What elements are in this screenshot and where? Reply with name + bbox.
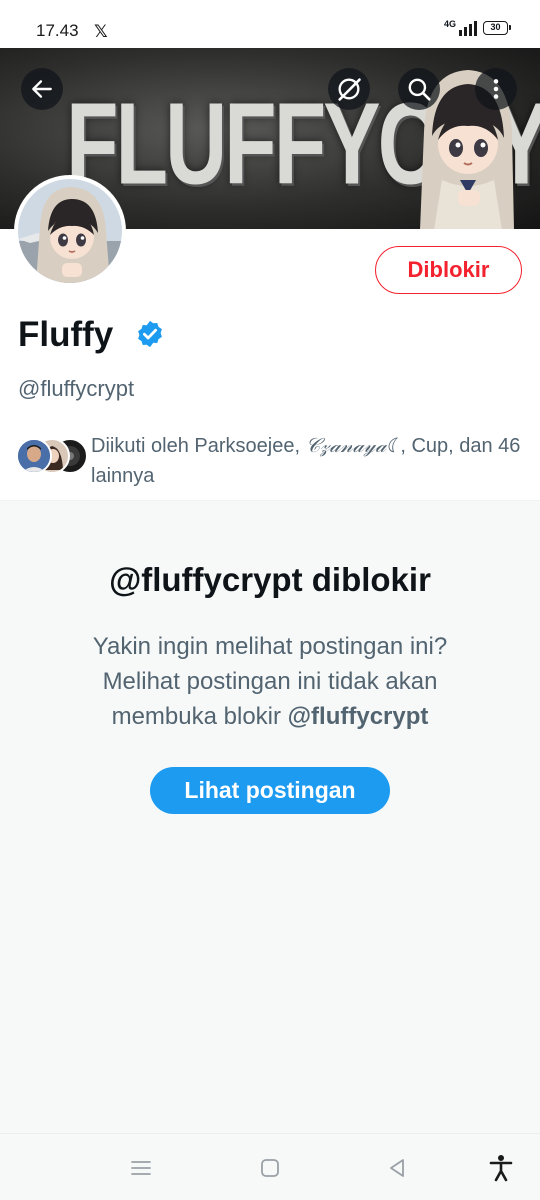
back-button[interactable] xyxy=(21,68,63,110)
follower-avatars xyxy=(16,438,88,476)
battery-level: 30 xyxy=(490,22,501,32)
back-arrow-icon xyxy=(32,80,52,98)
blocked-description: Yakin ingin melihat postingan ini? Melih… xyxy=(40,629,500,734)
home-square-icon xyxy=(261,1159,279,1177)
status-time: 17.43 xyxy=(36,21,79,40)
blocked-title: @fluffycrypt diblokir xyxy=(109,561,431,598)
battery-icon: 30 xyxy=(483,21,511,35)
search-button[interactable] xyxy=(398,68,440,110)
follower-fancy-name: 𝒞𝓏𝒶𝓃𝒶𝓎𝒶☾ xyxy=(305,433,401,457)
back-triangle-icon xyxy=(390,1159,404,1177)
more-button[interactable] xyxy=(475,68,517,110)
x-logo-icon: 𝕏 xyxy=(94,22,108,41)
blocked-notice: @fluffycrypt diblokir Yakin ingin meliha… xyxy=(0,501,540,1133)
blocked-description-text: membuka blokir xyxy=(111,703,288,730)
followed-by-text: Diikuti oleh Parksoejee, 𝒞𝓏𝒶𝓃𝒶𝓎𝒶☾, Cup, … xyxy=(91,430,521,491)
menu-icon xyxy=(131,1161,151,1175)
back-nav-button[interactable] xyxy=(383,1154,411,1182)
blocked-handle: @fluffycrypt xyxy=(287,703,429,730)
blocked-description-line: Melihat postingan ini tidak akan xyxy=(102,668,438,695)
accessibility-button[interactable] xyxy=(487,1154,515,1182)
search-icon xyxy=(408,78,431,101)
followed-by-prefix: Diikuti oleh Parksoejee, xyxy=(91,435,306,457)
follower-avatar xyxy=(16,438,52,474)
blocked-description-line: Yakin ingin melihat postingan ini? xyxy=(92,633,448,660)
signal-icon: 4G xyxy=(444,20,477,36)
grok-button[interactable] xyxy=(328,68,370,110)
display-name: Fluffy xyxy=(18,315,114,354)
blocked-button[interactable]: Diblokir xyxy=(375,246,522,294)
menu-button[interactable] xyxy=(127,1154,155,1182)
view-posts-button[interactable]: Lihat postingan xyxy=(150,767,390,814)
profile-handle: @fluffycrypt xyxy=(18,376,135,401)
network-type: 4G xyxy=(443,19,456,29)
blocked-description-line: membuka blokir @fluffycrypt xyxy=(40,699,500,734)
grok-icon xyxy=(338,78,361,101)
accessibility-icon xyxy=(489,1155,513,1182)
navigation-bar xyxy=(0,1133,540,1200)
verified-badge-icon xyxy=(138,320,162,348)
more-vertical-icon xyxy=(493,79,499,99)
profile-avatar[interactable] xyxy=(14,175,126,287)
avatar-image xyxy=(18,179,122,283)
status-indicators: 4G 30 xyxy=(444,20,511,36)
status-bar: 17.43 𝕏 4G 30 xyxy=(0,0,540,48)
home-button[interactable] xyxy=(256,1154,284,1182)
